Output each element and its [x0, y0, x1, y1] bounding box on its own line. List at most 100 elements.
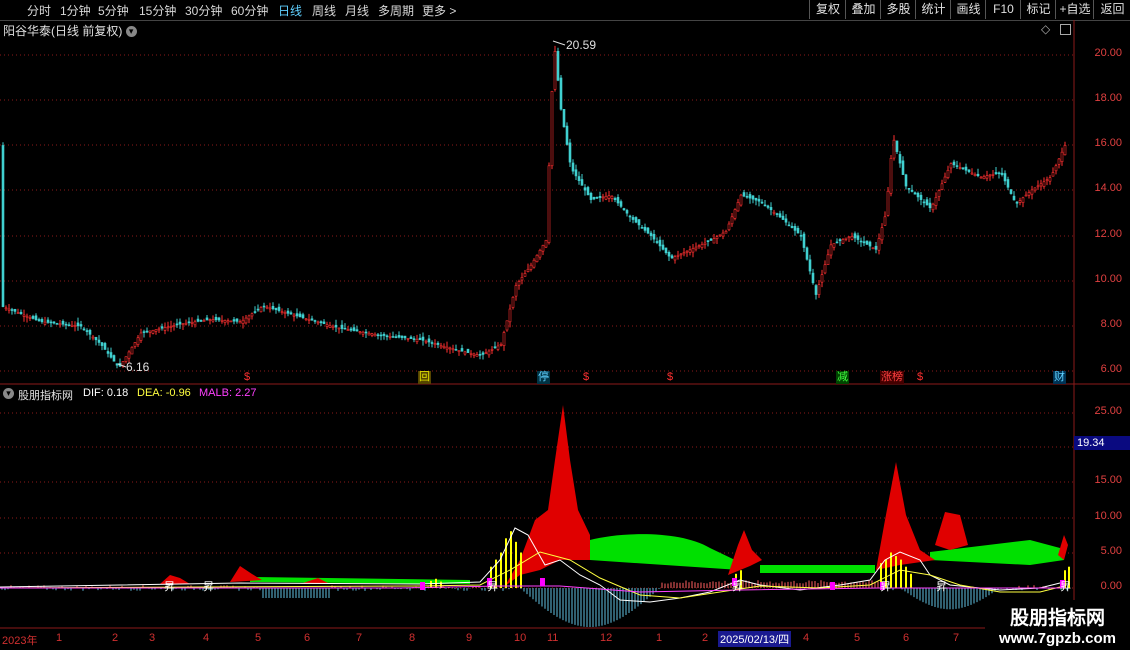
candle-body: [664, 247, 668, 254]
malb-value: MALB: 2.27: [199, 387, 257, 399]
month-label: 5: [255, 632, 262, 644]
candle-body: [181, 323, 185, 325]
candle-body: [1060, 151, 1064, 162]
candle-body: [340, 324, 344, 329]
candle-body: [229, 320, 233, 323]
diamond-icon[interactable]: ◇: [1041, 22, 1050, 36]
dif-value: DIF: 0.18: [83, 387, 129, 399]
candle-body: [145, 330, 149, 333]
candle-body: [301, 314, 305, 319]
candle-body: [898, 154, 902, 164]
candle-body: [649, 232, 653, 237]
candle-body: [7, 308, 11, 311]
candle-body: [502, 332, 506, 346]
candle-body: [190, 321, 194, 324]
year-label: 2023年: [2, 635, 38, 647]
candle-body: [436, 342, 440, 345]
candle-body: [907, 188, 911, 190]
candle-body: [610, 195, 614, 199]
candle-body: [946, 169, 950, 178]
candle-body: [517, 281, 521, 286]
candle-body: [418, 337, 422, 340]
candle-body: [973, 174, 977, 176]
candle-body: [799, 235, 803, 237]
magenta-flag: [830, 582, 835, 590]
candle-body: [214, 316, 218, 321]
candle-body: [73, 325, 77, 327]
candle-body: [376, 334, 380, 337]
candle-body: [607, 195, 611, 199]
indicator-tick-label: 5.00: [1100, 545, 1122, 557]
candle-body: [325, 324, 329, 327]
candle-body: [328, 325, 332, 328]
candle-body: [370, 333, 374, 336]
candle-body: [277, 306, 281, 311]
candle-body: [964, 166, 968, 171]
candle-body: [949, 163, 953, 169]
candle-body: [760, 201, 764, 204]
candle-body: [1015, 201, 1019, 204]
candle-body: [850, 236, 854, 240]
price-tick-label: 6.00: [1100, 363, 1122, 375]
candle-body: [493, 346, 497, 349]
candle-body: [961, 167, 965, 170]
red-peak: [935, 512, 968, 550]
candle-body: [985, 175, 989, 179]
signal-marker: $: [667, 371, 674, 383]
candle-body: [64, 323, 68, 326]
red-peak: [505, 405, 590, 586]
candle-body: [787, 224, 791, 227]
candle-body: [16, 312, 20, 314]
candle-body: [994, 172, 998, 174]
candle-body: [1033, 187, 1037, 191]
candle-body: [601, 196, 605, 199]
candle-body: [877, 238, 881, 251]
candle-body: [445, 346, 449, 350]
yellow-bar: [520, 552, 522, 588]
candle-body: [853, 233, 857, 239]
candle-body: [148, 330, 152, 333]
candle-body: [742, 192, 746, 197]
candle-body: [409, 336, 413, 339]
month-label: 10: [514, 632, 527, 644]
candle-body: [970, 172, 974, 175]
candle-body: [562, 109, 566, 128]
candle-body: [97, 339, 101, 343]
rise-marker: 昇: [880, 581, 891, 593]
candle-body: [550, 91, 554, 167]
candle-body: [553, 51, 557, 90]
candle-body: [526, 268, 530, 272]
candle-body: [442, 345, 446, 349]
candle-body: [748, 194, 752, 199]
candle-body: [217, 317, 221, 321]
price-tick-label: 14.00: [1094, 182, 1122, 194]
candle-body: [343, 327, 347, 330]
candle-body: [724, 230, 728, 234]
candle-body: [712, 238, 716, 244]
candle-body: [1027, 192, 1031, 196]
low-price-label: 6.16: [126, 360, 150, 374]
candle-body: [958, 167, 962, 169]
candle-body: [520, 277, 524, 281]
candle-body: [592, 196, 596, 200]
candle-body: [298, 313, 302, 318]
candle-body: [766, 205, 770, 208]
candle-body: [292, 314, 296, 317]
candle-body: [997, 172, 1001, 175]
indicator-chevron-icon[interactable]: ▾: [3, 388, 14, 399]
yellow-bar: [515, 541, 517, 588]
candle-body: [811, 272, 815, 284]
candle-body: [439, 345, 443, 348]
candle-body: [259, 306, 263, 313]
rise-marker: 昇: [936, 581, 947, 593]
current-value-badge: 19.34: [1074, 436, 1130, 450]
candle-body: [1024, 194, 1028, 197]
candle-body: [262, 305, 266, 308]
signal-marker: 停: [537, 371, 550, 384]
signal-marker: $: [917, 371, 924, 383]
month-label: 2: [702, 632, 709, 644]
indicator-name[interactable]: 股朋指标网: [18, 387, 73, 403]
stock-title[interactable]: 阳谷华泰(日线 前复权) ▾: [3, 22, 137, 39]
window-toggle-icon[interactable]: [1060, 24, 1071, 35]
chevron-down-icon[interactable]: ▾: [125, 26, 137, 38]
